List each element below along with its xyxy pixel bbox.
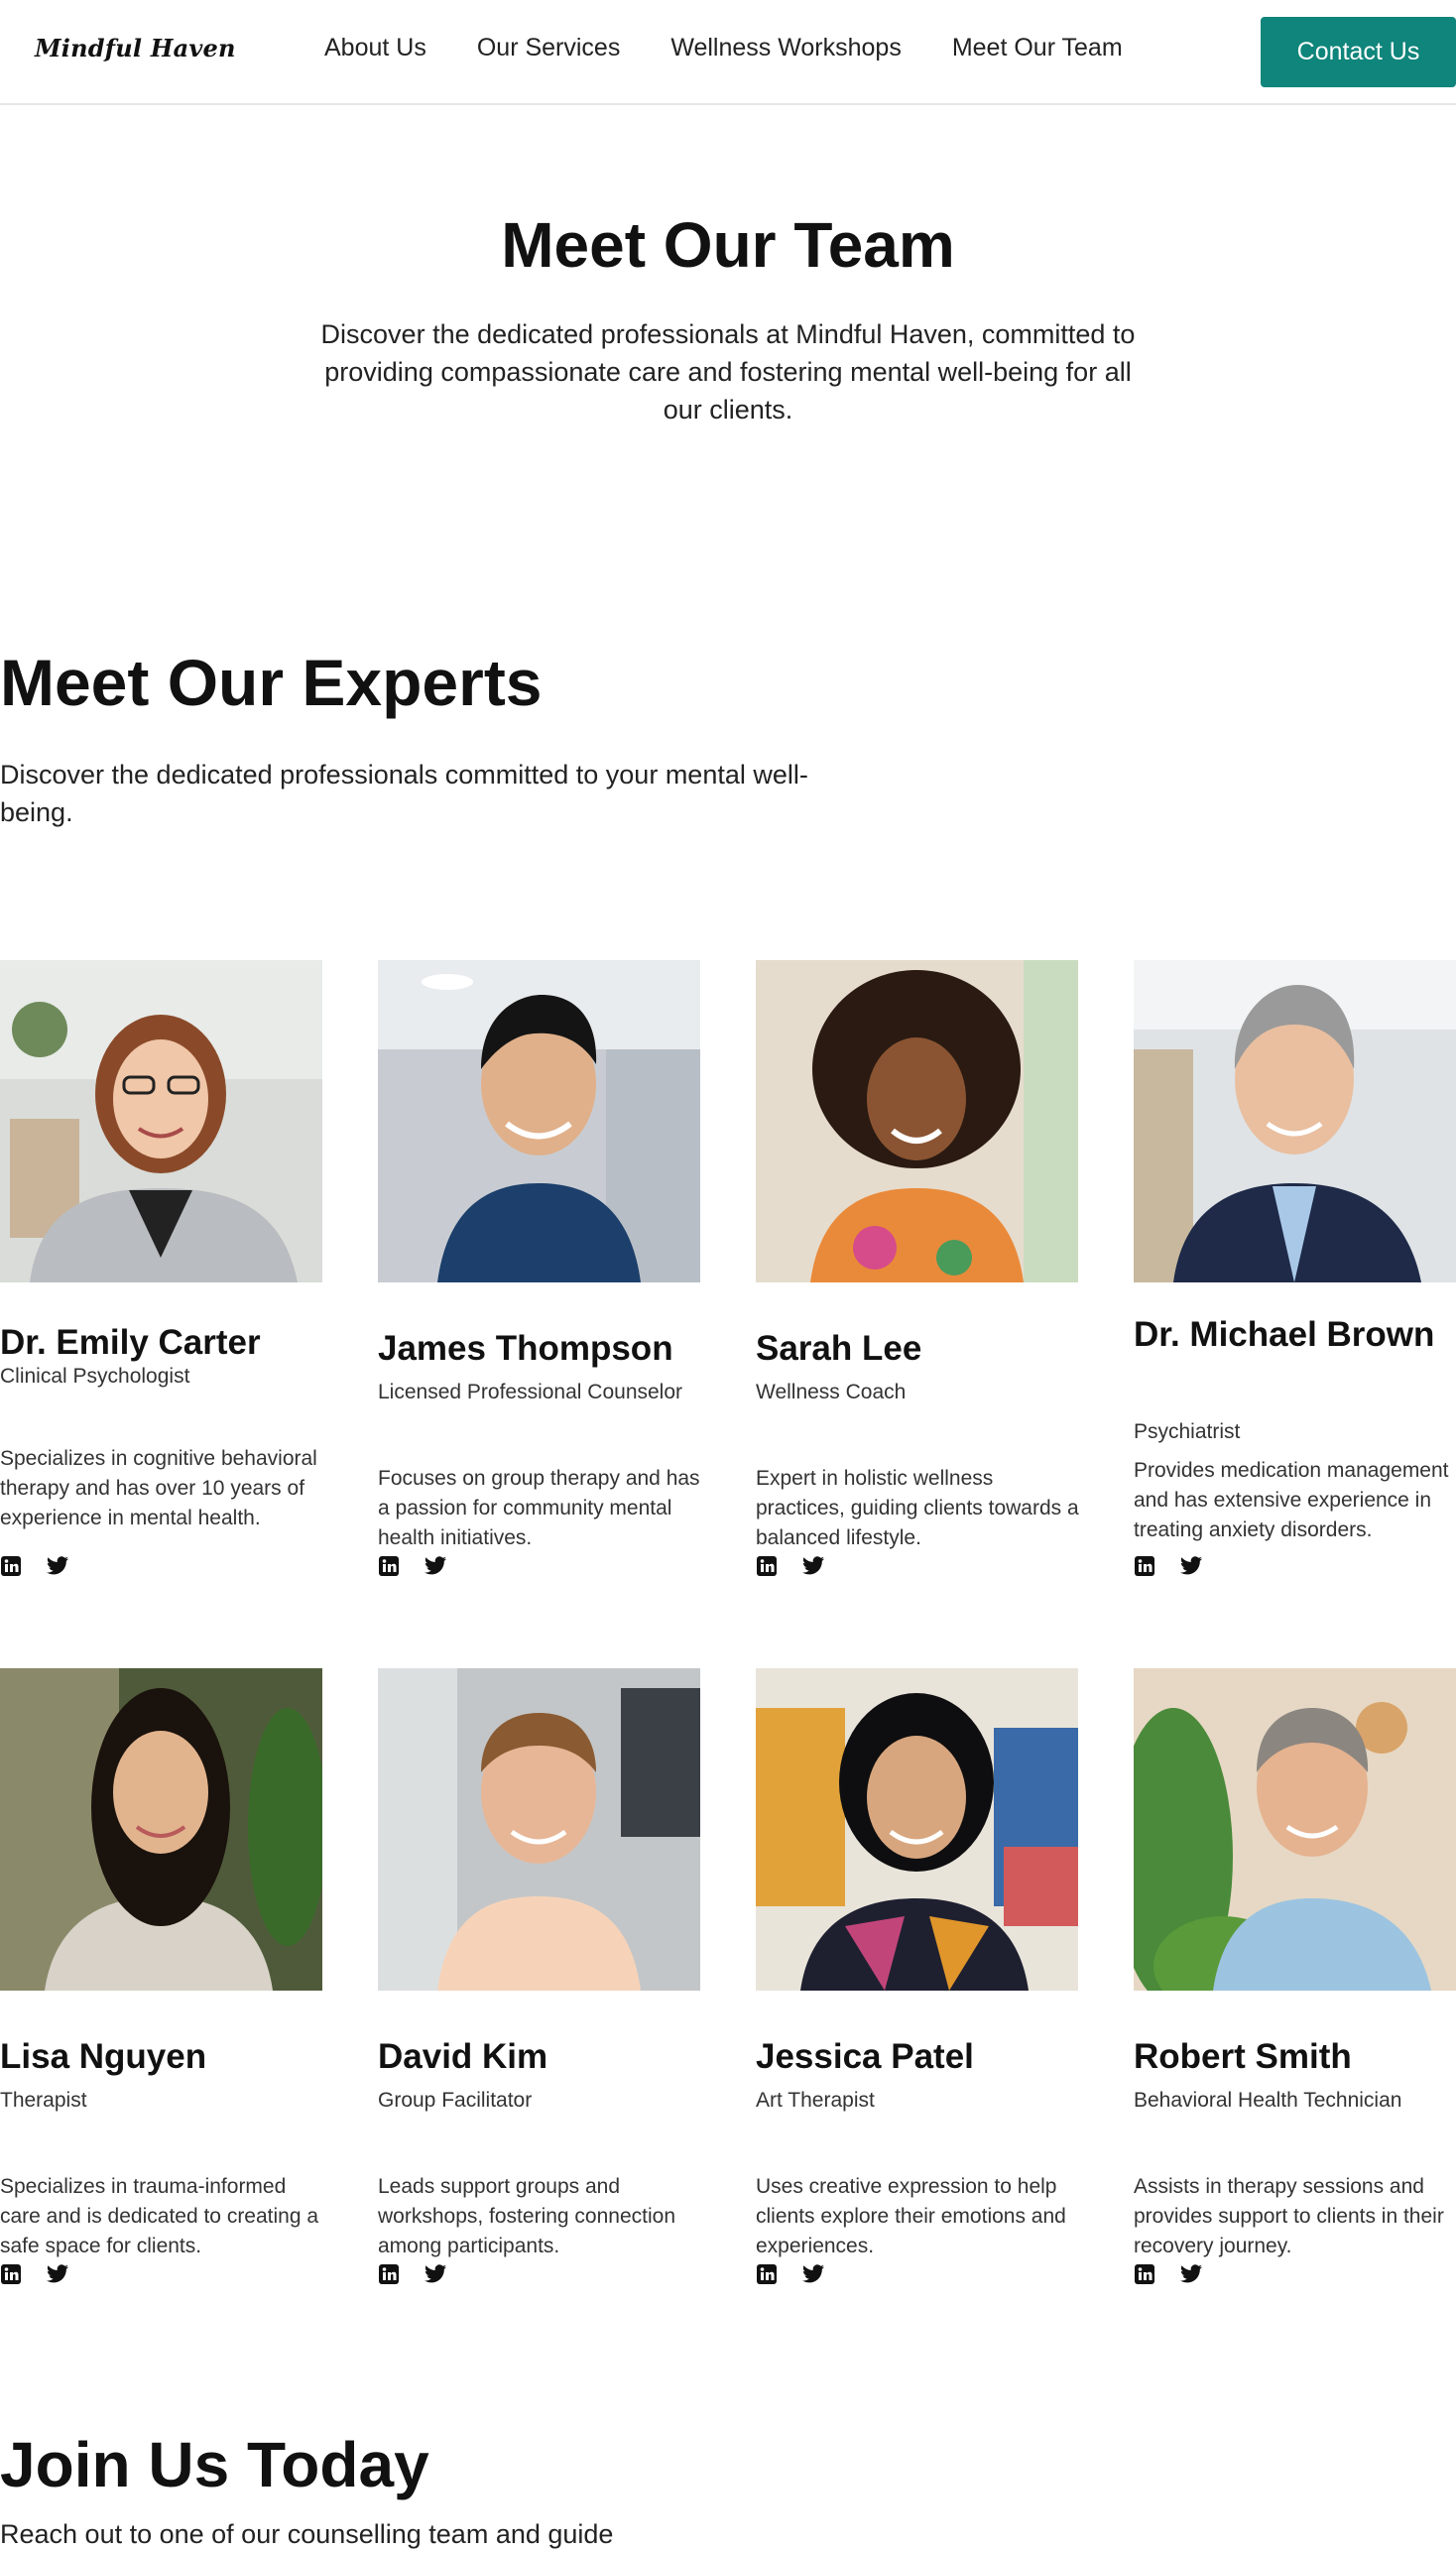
twitter-icon[interactable]	[46, 2263, 69, 2287]
join-description: Reach out to one of our counselling team…	[0, 2519, 614, 2549]
nav-link-wellness-workshops[interactable]: Wellness Workshops	[670, 34, 902, 62]
social-links	[1134, 1555, 1203, 1579]
experts-heading: Meet Our Experts	[0, 646, 543, 719]
team-member-role: Clinical Psychologist	[0, 1365, 190, 1388]
nav-link-meet-our-team[interactable]: Meet Our Team	[952, 34, 1123, 62]
twitter-icon[interactable]	[424, 1555, 447, 1579]
social-links	[378, 2263, 447, 2287]
linkedin-icon[interactable]	[378, 2263, 402, 2287]
team-member-bio: Expert in holistic wellness practices, g…	[756, 1467, 1079, 1549]
twitter-icon[interactable]	[1179, 2263, 1203, 2287]
team-member-role: Therapist	[0, 2089, 87, 2112]
experts-description: Discover the dedicated professionals com…	[0, 760, 808, 827]
team-member-bio: Focuses on group therapy and has a passi…	[378, 1467, 700, 1549]
linkedin-icon[interactable]	[1134, 1555, 1157, 1579]
team-member-photo	[1134, 1668, 1456, 1991]
brand-logo[interactable]: Mindful Haven	[35, 34, 236, 62]
team-member-photo	[1134, 960, 1456, 1282]
twitter-icon[interactable]	[801, 2263, 825, 2287]
team-member-role: Wellness Coach	[756, 1381, 907, 1403]
linkedin-icon[interactable]	[378, 1555, 402, 1579]
team-member-photo	[756, 960, 1078, 1282]
linkedin-icon[interactable]	[0, 1555, 24, 1579]
linkedin-icon[interactable]	[756, 1555, 780, 1579]
linkedin-icon[interactable]	[0, 2263, 24, 2287]
social-links	[0, 2263, 69, 2287]
team-member-name: Robert Smith	[1134, 2037, 1352, 2076]
twitter-icon[interactable]	[801, 1555, 825, 1579]
team-member-photo	[0, 1668, 322, 1991]
twitter-icon[interactable]	[1179, 1555, 1203, 1579]
team-member-bio: Specializes in cognitive behavioral ther…	[0, 1447, 317, 1529]
team-member-photo	[0, 960, 322, 1282]
team-member-role: Psychiatrist	[1134, 1420, 1241, 1443]
page-title: Meet Our Team	[501, 209, 955, 281]
main-nav: About Us Our Services Wellness Workshops…	[324, 34, 1123, 62]
team-member-bio: Leads support groups and workshops, fost…	[378, 2175, 675, 2257]
team-member-photo	[378, 1668, 700, 1991]
social-links	[378, 1555, 447, 1579]
team-member-role: Licensed Professional Counselor	[378, 1381, 683, 1403]
team-member-role: Behavioral Health Technician	[1134, 2089, 1402, 2112]
social-links	[0, 1555, 69, 1579]
contact-us-button[interactable]: Contact Us	[1261, 17, 1456, 87]
team-member-name: James Thompson	[378, 1329, 673, 1368]
nav-link-our-services[interactable]: Our Services	[477, 34, 620, 62]
linkedin-icon[interactable]	[1134, 2263, 1157, 2287]
linkedin-icon[interactable]	[756, 2263, 780, 2287]
social-links	[756, 1555, 825, 1579]
join-heading: Join Us Today	[0, 2429, 429, 2500]
team-member-name: Dr. Emily Carter	[0, 1323, 261, 1362]
team-member-bio: Assists in therapy sessions and provides…	[1134, 2175, 1444, 2257]
hero-description: Discover the dedicated professionals at …	[320, 319, 1136, 425]
team-member-role: Group Facilitator	[378, 2089, 533, 2112]
nav-link-about-us[interactable]: About Us	[324, 34, 426, 62]
team-member-bio: Specializes in trauma-informed care and …	[0, 2175, 319, 2257]
team-member-name: Sarah Lee	[756, 1329, 922, 1368]
twitter-icon[interactable]	[424, 2263, 447, 2287]
social-links	[756, 2263, 825, 2287]
team-member-name: Lisa Nguyen	[0, 2037, 207, 2076]
team-member-photo	[756, 1668, 1078, 1991]
team-member-name: Jessica Patel	[756, 2037, 974, 2076]
team-member-name: David Kim	[378, 2037, 548, 2076]
team-member-bio: Uses creative expression to help clients…	[756, 2175, 1066, 2257]
social-links	[1134, 2263, 1203, 2287]
twitter-icon[interactable]	[46, 1555, 69, 1579]
site-header: Mindful Haven About Us Our Services Well…	[0, 0, 1456, 105]
team-member-name: Dr. Michael Brown	[1134, 1315, 1435, 1354]
team-member-photo	[378, 960, 700, 1282]
team-member-role: Art Therapist	[756, 2089, 875, 2112]
team-member-bio: Provides medication management and has e…	[1134, 1459, 1449, 1541]
